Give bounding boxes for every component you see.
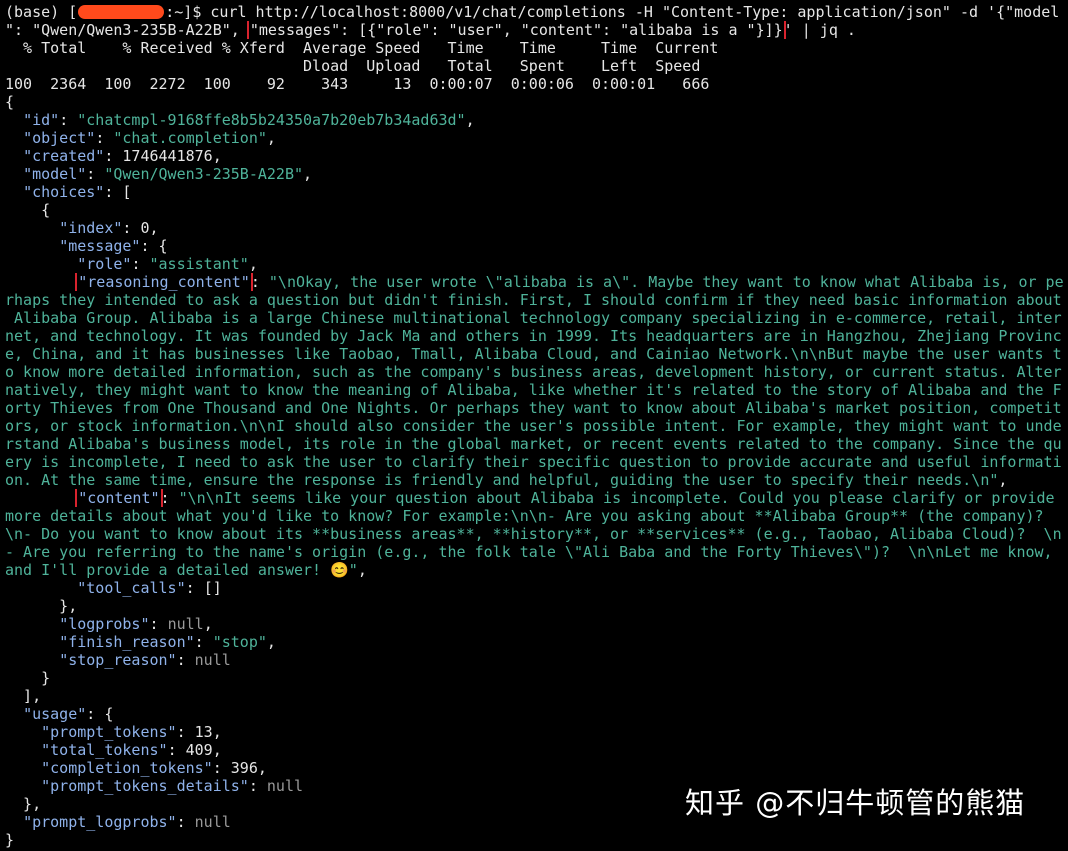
json-role-line: "role": "assistant",: [77, 255, 258, 273]
json-reasoning-line: ors, or stock information.\n\nI should a…: [5, 417, 1062, 435]
command-line-1: (base) [ :~]$ curl http://localhost:8000/…: [5, 3, 1068, 21]
json-string: "stop": [212, 633, 267, 651]
json-key: "logprobs": [59, 615, 150, 633]
json-completion-tokens-line: "completion_tokens": 396,: [41, 759, 267, 777]
json-reasoning-line-0: "reasoning_content": "\nOkay, the user w…: [5, 273, 1068, 291]
json-number: 1746441876: [122, 147, 213, 165]
json-key: "finish_reason": [59, 633, 195, 651]
json-string: "Qwen/Qwen3-235B-A22B": [104, 165, 304, 183]
json-key: "prompt_logprobs": [23, 813, 177, 831]
json-string: "chatcmpl-9168ffe8b5b24350a7b20eb7b34ad6…: [77, 111, 466, 129]
json-key: "model": [23, 165, 87, 183]
json-key: "message": [59, 237, 141, 255]
json-index-line: "index": 0,: [59, 219, 159, 237]
json-message-line: "message": {: [59, 237, 168, 255]
shell-prompt-prefix: (base) [: [5, 3, 78, 21]
shell-prompt-suffix: :~]$: [165, 3, 211, 21]
json-content-line: \n- Do you want to know about its **busi…: [5, 525, 1062, 543]
json-reasoning-line: orty Thieves from One Thousand and One N…: [5, 399, 1062, 417]
json-logprobs-line: "logprobs": null,: [59, 615, 213, 633]
json-reasoning-line: net, and technology. It was founded by J…: [5, 327, 1062, 345]
json-string: "\nOkay, the user wrote \"alibaba is a\"…: [268, 273, 1064, 291]
json-created-line: "created": 1746441876,: [23, 147, 222, 165]
json-object-line: "object": "chat.completion",: [23, 129, 276, 147]
terminal-window[interactable]: (base) [ :~]$ curl http://localhost:8000/…: [0, 0, 1068, 851]
json-content-line: - Are you referring to the name's origin…: [5, 543, 1053, 561]
json-reasoning-line: e, China, and it has businesses like Tao…: [5, 345, 1062, 363]
json-string: "chat.completion": [113, 129, 267, 147]
json-choices-line: "choices": [: [23, 183, 132, 201]
json-reasoning-line: natively, they might want to know the me…: [5, 381, 1062, 399]
curl-command-model: ": "Qwen/Qwen3-235B-A22B",: [5, 21, 249, 39]
messages-highlight-box: "messages": [{"role": "user", "content":…: [246, 21, 786, 39]
json-key: "prompt_tokens_details": [41, 777, 249, 795]
json-reasoning-line: o know more detailed information, such a…: [5, 363, 1062, 381]
json-model-line: "model": "Qwen/Qwen3-235B-A22B",: [23, 165, 313, 183]
json-prompt-tokens-line: "prompt_tokens": 13,: [41, 723, 222, 741]
json-null: null: [167, 615, 204, 633]
content-highlight-box: "content": [75, 489, 163, 507]
json-number: 396: [230, 759, 258, 777]
json-null: null: [194, 813, 231, 831]
json-content-line-last: and I'll provide a detailed answer! 😊",: [5, 561, 367, 579]
curl-command: curl http://localhost:8000/v1/chat/compl…: [210, 3, 1060, 21]
json-string: on. At the same time, ensure the respons…: [5, 471, 999, 489]
json-stop-reason-line: "stop_reason": null: [59, 651, 231, 669]
json-close-brace: }: [5, 831, 15, 849]
json-reasoning-line: rhaps they intended to ask a question bu…: [5, 291, 1062, 309]
json-number: 13: [194, 723, 213, 741]
json-choice-close: }: [5, 669, 51, 687]
json-id-line: "id": "chatcmpl-9168ffe8b5b24350a7b20eb7…: [23, 111, 475, 129]
json-key: "index": [59, 219, 123, 237]
curl-progress-header-1: % Total % Received % Xferd Average Speed…: [5, 39, 719, 57]
json-finish-reason-line: "finish_reason": "stop",: [59, 633, 276, 651]
json-string: and I'll provide a detailed answer! 😊": [5, 561, 358, 579]
json-key: "choices": [23, 183, 105, 201]
json-null: null: [266, 777, 304, 795]
json-tool-calls-line: "tool_calls": []: [77, 579, 222, 597]
json-content-line: more details about what you'd like to kn…: [5, 507, 1044, 525]
json-reasoning-line: rstand Alibaba's business model, its rol…: [5, 435, 1062, 453]
json-key: "usage": [23, 705, 87, 723]
json-content-line-0: "content": "\n\nIt seems like your quest…: [5, 489, 1068, 507]
json-string: "\n\nIt seems like your question about A…: [178, 489, 1055, 507]
reasoning-content-highlight-box: "reasoning_content": [75, 273, 253, 291]
json-open-brace: {: [5, 93, 15, 111]
json-usage-line: "usage": {: [23, 705, 114, 723]
json-message-close: },: [5, 597, 78, 615]
json-key: "tool_calls": [77, 579, 186, 597]
json-total-tokens-line: "total_tokens": 409,: [41, 741, 222, 759]
json-key: "prompt_tokens": [41, 723, 177, 741]
json-reasoning-line-last: on. At the same time, ensure the respons…: [5, 471, 1008, 489]
curl-progress-row: 100 2364 100 2272 100 92 343 13 0:00:07 …: [5, 75, 710, 93]
json-key: "object": [23, 129, 96, 147]
json-key: "total_tokens": [41, 741, 168, 759]
json-array: []: [203, 579, 222, 597]
json-choice-open: {: [5, 201, 51, 219]
zhihu-watermark: 知乎 @不归牛顿管的熊猫: [685, 786, 1026, 820]
json-string: "assistant": [149, 255, 249, 273]
json-key: "stop_reason": [59, 651, 177, 669]
json-choices-close: ],: [5, 687, 42, 705]
curl-command-pipe: ' | jq .: [783, 21, 856, 39]
json-key: "completion_tokens": [41, 759, 213, 777]
json-key: "id": [23, 111, 60, 129]
json-key: "role": [77, 255, 132, 273]
json-null: null: [194, 651, 231, 669]
json-reasoning-line: Alibaba Group. Alibaba is a large Chines…: [5, 309, 1062, 327]
json-number: 409: [185, 741, 213, 759]
json-reasoning-line: ery is incomplete, I need to ask the use…: [5, 453, 1062, 471]
json-number: 0: [140, 219, 150, 237]
command-line-2: ": "Qwen/Qwen3-235B-A22B", "messages": […: [5, 21, 1068, 39]
json-key: "created": [23, 147, 105, 165]
curl-progress-header-2: Dload Upload Total Spent Left Speed: [5, 57, 701, 75]
redacted-username: [78, 5, 165, 19]
